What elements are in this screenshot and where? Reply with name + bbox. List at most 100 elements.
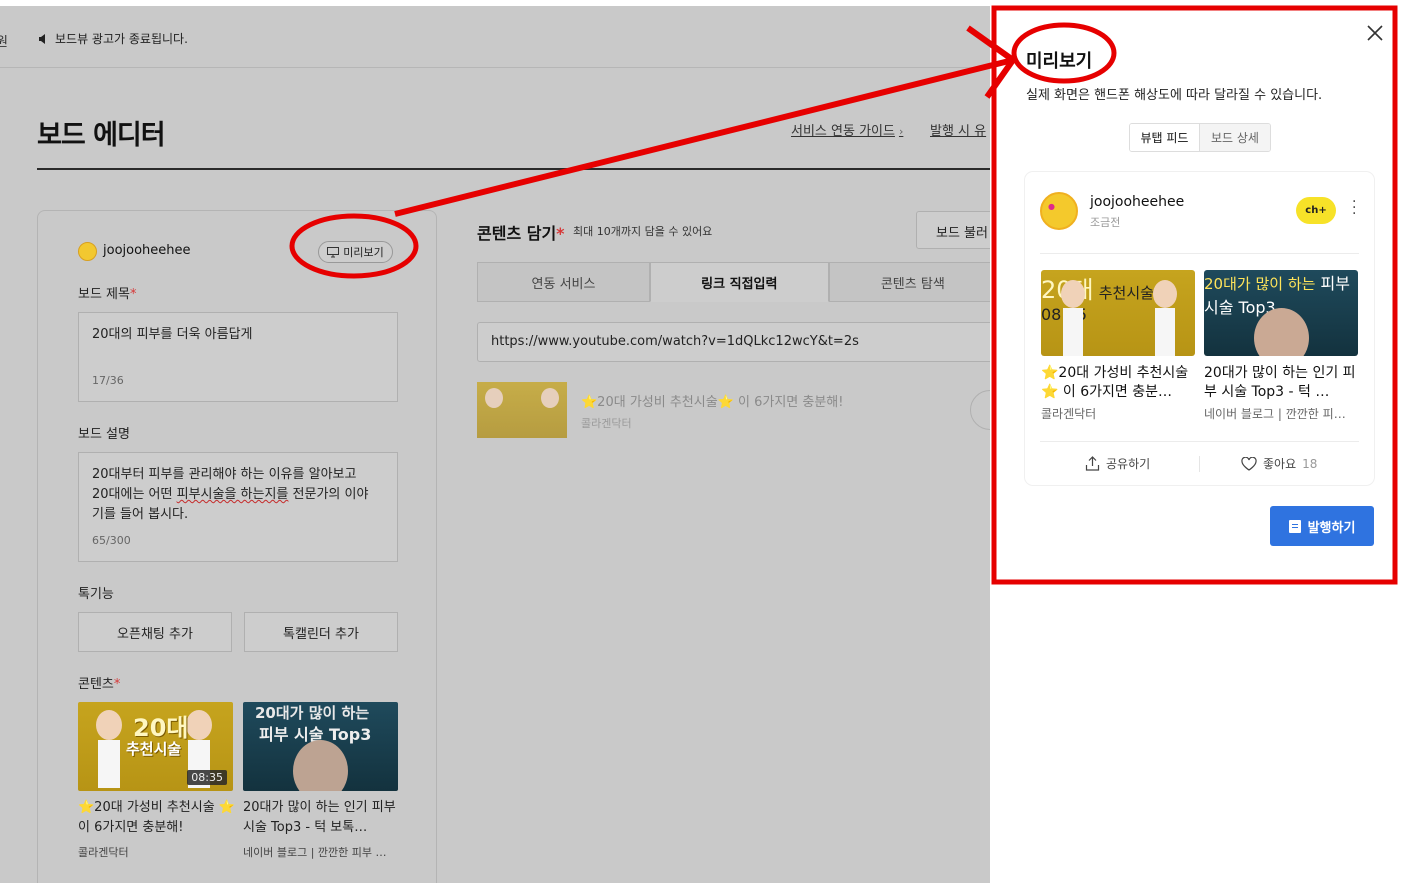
preview-button[interactable]: 미리보기: [318, 241, 393, 263]
content-thumbnail[interactable]: 20대가 많이 하는 피부 시술 Top3: [243, 702, 398, 791]
divider: [1040, 441, 1359, 442]
person-image: [1063, 308, 1083, 356]
monitor-icon: [327, 246, 340, 257]
thumb-sub-text: 추천시술: [1098, 284, 1154, 302]
like-label: 좋아요: [1263, 457, 1297, 471]
thumb-sub-text: 추천시술: [126, 740, 182, 758]
result-thumbnail[interactable]: [477, 382, 567, 438]
content-source: 네이버 블로그 | 깐깐한 피부 …: [243, 846, 387, 859]
service-guide-label: 서비스 연동 가이드: [791, 124, 895, 139]
result-title: ⭐20대 가성비 추천시술⭐ 이 6가지면 충분해!: [581, 395, 844, 410]
avatar-mark: ●: [1048, 202, 1055, 211]
talk-channel-button[interactable]: ch+: [1296, 197, 1336, 224]
board-desc-line2: 20대에는 어떤 피부시술을 하는지를 전문가의 이야: [92, 485, 384, 505]
chevron-right-icon: ›: [898, 125, 904, 138]
contents-label-text: 콘텐츠: [78, 677, 114, 692]
tab-board-detail[interactable]: 보드 상세: [1200, 124, 1270, 151]
card-item-source: 네이버 블로그 | 깐깐한 피…: [1204, 407, 1346, 421]
required-mark: *: [556, 224, 565, 243]
person-image: [541, 388, 559, 408]
board-title-label: 보드 제목*: [78, 283, 136, 302]
speaker-icon: [39, 34, 45, 44]
board-title-value: 20대의 피부를 더욱 아름답게: [92, 327, 253, 342]
person-image: [96, 710, 122, 740]
card-item-title: 20대가 많이 하는 인기 피부 시술 Top3 - 턱 …: [1204, 365, 1356, 400]
preview-button-label: 미리보기: [343, 246, 384, 259]
publish-button-label: 발행하기: [1307, 520, 1356, 536]
content-source: 콜라겐닥터: [78, 846, 129, 859]
board-title-count: 17/36: [92, 374, 124, 387]
illustration-face: [1254, 308, 1309, 356]
tab-direct-link[interactable]: 링크 직접입력: [650, 262, 829, 302]
content-title: ⭐20대 가성비 추천시술 ⭐ 이 6가지면 충분해!: [78, 800, 235, 835]
board-form-panel: joojooheehee 미리보기 보드 제목* 20대의 피부를 더욱 아름답…: [37, 210, 437, 883]
top-edge: [0, 0, 1409, 6]
publish-button[interactable]: 발행하기: [1270, 506, 1374, 546]
talk-calendar-button[interactable]: 톡캘린더 추가: [244, 612, 398, 652]
person-image: [98, 740, 120, 788]
spellcheck-underline: 피부시술을 하는지를: [176, 487, 289, 502]
card-username: joojooheehee: [1090, 194, 1185, 210]
preview-subtitle: 실제 화면은 핸드폰 해상도에 따라 달라질 수 있습니다.: [1026, 88, 1323, 103]
special-feature-label: 톡기능: [78, 587, 114, 602]
heart-icon: [1241, 456, 1257, 471]
board-desc-count: 65/300: [92, 534, 131, 547]
notice-message: 보드뷰 광고가 종료됩니다.: [55, 32, 188, 46]
person-image: [1155, 308, 1175, 356]
contents-section-subtitle: 최대 10개까지 담을 수 있어요: [573, 225, 713, 238]
username: joojooheehee: [103, 243, 191, 258]
like-button[interactable]: 좋아요 18: [1241, 455, 1317, 472]
avatar: [78, 242, 97, 261]
tab-linked-service[interactable]: 연동 서비스: [477, 262, 651, 302]
content-thumbnail[interactable]: 20대 추천시술 08:35: [78, 702, 233, 791]
add-result-button[interactable]: [970, 390, 990, 430]
board-desc-line2-a: 20대에는 어떤: [92, 487, 177, 502]
result-source: 콜라겐닥터: [581, 417, 632, 430]
publish-notice-link[interactable]: 발행 시 유: [930, 120, 986, 139]
contents-section-title-text: 콘텐츠 담기: [477, 224, 557, 243]
url-input[interactable]: https://www.youtube.com/watch?v=1dQLkc12…: [477, 322, 990, 362]
person-image: [1061, 280, 1085, 308]
close-icon[interactable]: [1366, 24, 1384, 42]
person-image: [1153, 280, 1177, 308]
board-title-label-text: 보드 제목: [78, 287, 130, 302]
video-duration: 08:35: [187, 770, 227, 785]
card-time: 조금전: [1090, 216, 1121, 229]
content-title: 20대가 많이 하는 인기 피부 시술 Top3 - 턱 보톡…: [243, 800, 396, 835]
contents-tabs: 연동 서비스 링크 직접입력 콘텐츠 탐색: [477, 262, 990, 302]
share-label: 공유하기: [1106, 457, 1151, 471]
tab-content-explore[interactable]: 콘텐츠 탐색: [828, 262, 990, 302]
notice-cut-text: 원: [0, 35, 8, 50]
board-editor-main: 원 보드뷰 광고가 종료됩니다. 보드 에디터 서비스 연동 가이드 › 발행 시…: [0, 0, 990, 883]
page-title: 보드 에디터: [37, 120, 166, 151]
open-chat-button[interactable]: 오픈채팅 추가: [78, 612, 232, 652]
card-item-source: 콜라겐닥터: [1041, 407, 1097, 421]
board-desc-label: 보드 설명: [78, 427, 130, 442]
more-icon[interactable]: · · ·: [1352, 195, 1356, 221]
thumb-line1: 20대가 많이 하는: [1204, 275, 1316, 293]
service-guide-link[interactable]: 서비스 연동 가이드 ›: [791, 120, 903, 139]
share-icon: [1085, 456, 1100, 471]
contents-section-title: 콘텐츠 담기*: [477, 220, 565, 244]
card-thumbnail[interactable]: 20대 추천시술 08:35: [1041, 270, 1195, 356]
tab-viewtab-feed[interactable]: 뷰탭 피드: [1130, 124, 1200, 151]
divider: [1199, 456, 1200, 472]
board-desc-line1: 20대부터 피부를 관리해야 하는 이유를 알아보고: [92, 467, 357, 482]
avatar: ●: [1040, 192, 1078, 230]
preview-panel: 미리보기 실제 화면은 핸드폰 해상도에 따라 달라질 수 있습니다. 뷰탭 피…: [990, 0, 1409, 883]
person-image: [485, 388, 503, 408]
board-desc-line3: 기를 들어 봅시다.: [92, 507, 189, 522]
preview-tabs: 뷰탭 피드 보드 상세: [1129, 123, 1271, 152]
board-title-input[interactable]: 20대의 피부를 더욱 아름답게 17/36: [78, 312, 398, 402]
like-count: 18: [1302, 456, 1318, 471]
preview-title: 미리보기: [1026, 51, 1093, 72]
share-button[interactable]: 공유하기: [1085, 455, 1150, 472]
thumb-line1: 20대가 많이 하는: [255, 704, 370, 722]
load-board-button[interactable]: 보드 불러: [916, 211, 990, 249]
board-desc-input[interactable]: 20대부터 피부를 관리해야 하는 이유를 알아보고 20대에는 어떤 피부시술…: [78, 452, 398, 562]
person-image: [186, 710, 212, 740]
card-thumbnail[interactable]: 20대가 많이 하는 피부 시술 Top3: [1204, 270, 1358, 356]
illustration-face: [293, 740, 348, 791]
divider: [1040, 253, 1359, 254]
preview-card: ● joojooheehee 조금전 ch+ ··· 20대 추천시술 08:3…: [1025, 172, 1374, 485]
